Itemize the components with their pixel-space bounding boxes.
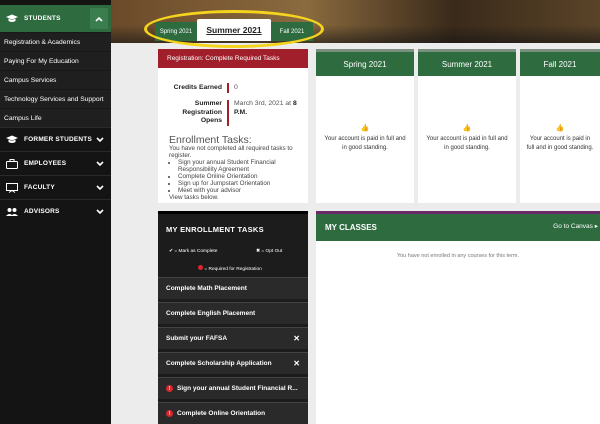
credits-earned-value: 0 — [234, 84, 238, 91]
thumbs-up-icon: 👍 — [555, 125, 565, 132]
task-item[interactable]: Complete Math Placement — [158, 277, 308, 299]
task-item[interactable]: Complete English Placement — [158, 302, 308, 324]
alert-icon: ! — [166, 385, 173, 392]
nav-former-students-label: FORMER STUDENTS — [24, 136, 92, 143]
chevron-down-icon[interactable] — [93, 181, 107, 195]
nav-employees-label: EMPLOYEES — [24, 160, 67, 167]
nav-students-label: STUDENTS — [24, 15, 61, 22]
task-list-item: Complete Online Orientation — [178, 173, 305, 180]
nav-advisors-label: ADVISORS — [24, 208, 60, 215]
registration-opens-value: March 3rd, 2021 at 8 P.M. — [234, 100, 297, 116]
no-classes-message: You have not enrolled in any courses for… — [396, 253, 520, 259]
sidebar-item-paying[interactable]: Paying For My Education — [0, 51, 111, 70]
chevron-up-icon[interactable] — [90, 8, 108, 29]
alert-icon — [198, 265, 203, 270]
task-list-item: Meet with your advisor — [178, 187, 305, 194]
sidebar-item-registration[interactable]: Registration & Academics — [0, 32, 111, 51]
sidebar-item-campus-life[interactable]: Campus Life — [0, 108, 111, 127]
check-icon: ✔ — [169, 249, 174, 254]
chevron-right-icon: ▸ — [594, 223, 598, 230]
semester-card-fall: Fall 2021 👍 Your account is paid in full… — [520, 49, 600, 203]
close-icon[interactable]: ✕ — [293, 359, 300, 368]
chalkboard-icon — [4, 182, 20, 194]
semester-status: Your account is paid in full and in good… — [426, 136, 508, 151]
chevron-down-icon[interactable] — [93, 157, 107, 171]
semester-card-summer: Summer 2021 👍 Your account is paid in fu… — [418, 49, 516, 203]
users-icon — [4, 206, 20, 218]
task-item[interactable]: ! Sign your annual Student Financial R..… — [158, 377, 308, 399]
credits-earned-label: Credits Earned — [173, 84, 222, 91]
chevron-down-icon[interactable] — [93, 133, 107, 147]
highlight-ellipse — [144, 10, 324, 48]
task-list-item: Sign up for Jumpstart Orientation — [178, 180, 305, 187]
my-classes-title: MY CLASSES — [325, 223, 377, 232]
task-item[interactable]: Complete Scholarship Application ✕ — [158, 352, 308, 374]
sidebar-item-campus-services[interactable]: Campus Services — [0, 70, 111, 89]
legend-required: = Required for Registration — [198, 265, 262, 272]
legend-complete: ✔ = Mark as Complete — [169, 249, 218, 254]
registration-opens-label: Summer Registration Opens — [182, 100, 222, 124]
my-classes-panel: MY CLASSES Go to Canvas ▸ You have not e… — [316, 211, 600, 424]
semester-status: Your account is paid in full and in good… — [324, 136, 406, 151]
close-icon[interactable]: ✕ — [293, 334, 300, 343]
enrollment-tasks-panel: MY ENROLLMENT TASKS ✔ = Mark as Complete… — [158, 211, 308, 424]
task-item[interactable]: ! Complete Online Orientation — [158, 402, 308, 424]
semester-title: Spring 2021 — [316, 49, 414, 76]
thumbs-up-icon: 👍 — [360, 125, 370, 132]
semester-card-spring: Spring 2021 👍 Your account is paid in fu… — [316, 49, 414, 203]
graduation-cap-icon — [4, 134, 20, 146]
opens-bar — [227, 100, 229, 126]
close-icon: ✖ — [256, 249, 261, 254]
alert-icon: ! — [166, 410, 173, 417]
legend-optout: ✖ = Opt Out — [256, 249, 283, 254]
chevron-down-icon[interactable] — [93, 205, 107, 219]
enrollment-panel-title: MY ENROLLMENT TASKS — [166, 224, 264, 234]
semester-title: Fall 2021 — [520, 49, 600, 76]
credits-bar — [227, 83, 229, 93]
task-list-item: Sign your annual Student Financial Respo… — [178, 159, 305, 173]
registration-card: Registration: Complete Required Tasks Cr… — [158, 49, 308, 203]
nav-former-students[interactable]: FORMER STUDENTS — [0, 127, 111, 151]
nav-faculty[interactable]: FACULTY — [0, 175, 111, 199]
semester-title: Summer 2021 — [418, 49, 516, 76]
nav-students[interactable]: STUDENTS — [0, 5, 111, 32]
registration-header: Registration: Complete Required Tasks — [158, 49, 308, 68]
thumbs-up-icon: 👍 — [462, 125, 472, 132]
sidebar: STUDENTS Registration & Academics Paying… — [0, 0, 111, 424]
enrollment-tasks-text: You have not completed all required task… — [169, 145, 305, 201]
go-to-canvas-link[interactable]: Go to Canvas ▸ — [553, 222, 598, 230]
graduation-cap-icon — [4, 13, 20, 25]
briefcase-icon — [4, 158, 20, 170]
nav-faculty-label: FACULTY — [24, 184, 55, 191]
task-item[interactable]: Submit your FAFSA ✕ — [158, 327, 308, 349]
nav-employees[interactable]: EMPLOYEES — [0, 151, 111, 175]
nav-advisors[interactable]: ADVISORS — [0, 199, 111, 223]
semester-status: Your account is paid in full and in good… — [526, 136, 594, 151]
my-classes-header: MY CLASSES Go to Canvas ▸ — [316, 211, 600, 241]
sidebar-item-technology[interactable]: Technology Services and Support — [0, 89, 111, 108]
